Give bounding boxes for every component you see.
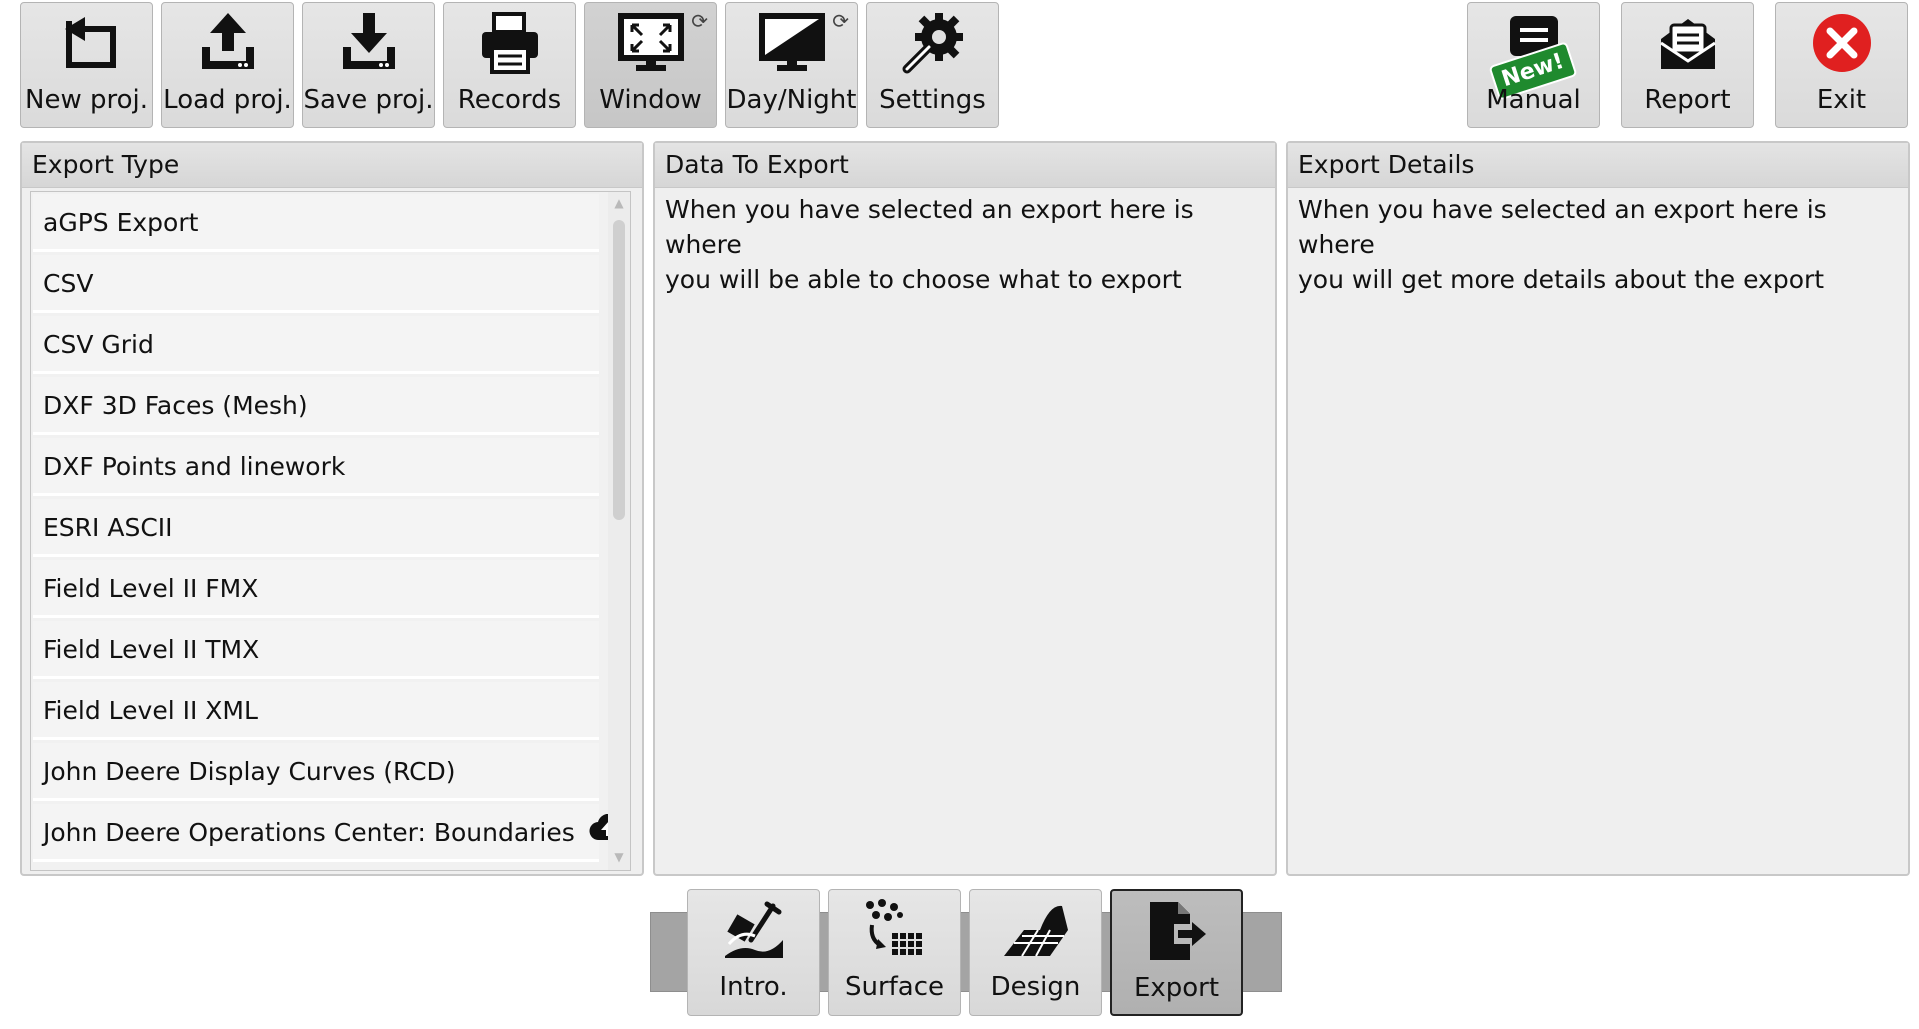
tab-intro-label: Intro. [719, 972, 788, 1002]
list-item-john-deere-rcd[interactable]: John Deere Display Curves (RCD) [33, 743, 599, 801]
scrollbar-thumb[interactable] [613, 220, 625, 520]
data-to-export-text: When you have selected an export here is… [655, 188, 1275, 301]
exit-button[interactable]: Exit [1775, 2, 1908, 128]
printer-icon [444, 11, 575, 75]
export-details-text: When you have selected an export here is… [1288, 188, 1908, 301]
export-file-icon [1112, 899, 1241, 965]
export-details-panel: Export Details When you have selected an… [1286, 141, 1910, 876]
save-project-label: Save proj. [303, 85, 434, 115]
list-item-field-level-fmx[interactable]: Field Level II FMX [33, 560, 599, 618]
data-to-export-line-1: When you have selected an export here is… [665, 195, 1194, 259]
tab-design[interactable]: Design [969, 889, 1102, 1016]
export-type-panel: Export Type aGPS Export CSV CSV Grid DXF… [20, 141, 644, 876]
list-item-dxf-3d-faces[interactable]: DXF 3D Faces (Mesh) [33, 377, 599, 435]
data-to-export-line-2: you will be able to choose what to expor… [665, 265, 1182, 294]
scroll-down-arrow-icon[interactable]: ▼ [608, 850, 630, 864]
tab-export-label: Export [1133, 973, 1220, 1003]
records-label: Records [457, 85, 562, 115]
tab-design-label: Design [990, 972, 1081, 1002]
tab-export[interactable]: Export [1110, 889, 1243, 1016]
list-item-label: John Deere Operations Center: Boundaries [43, 818, 575, 847]
tab-surface-label: Surface [844, 972, 945, 1002]
scroll-up-arrow-icon[interactable]: ▲ [608, 196, 630, 210]
day-night-button[interactable]: ⟳ Day/Night [725, 2, 858, 128]
load-project-button[interactable]: Load proj. [161, 2, 294, 128]
settings-button[interactable]: Settings [866, 2, 999, 128]
list-item-field-level-xml[interactable]: Field Level II XML [33, 682, 599, 740]
download-icon [303, 11, 434, 75]
report-label: Report [1644, 85, 1731, 115]
records-button[interactable]: Records [443, 2, 576, 128]
data-to-export-panel: Data To Export When you have selected an… [653, 141, 1277, 876]
report-button[interactable]: Report [1621, 2, 1754, 128]
undo-arrow-icon [21, 11, 152, 75]
manual-label: Manual [1486, 85, 1581, 115]
list-item-esri-ascii[interactable]: ESRI ASCII [33, 499, 599, 557]
list-scrollbar[interactable]: ▲ ▼ [608, 192, 630, 870]
export-details-title: Export Details [1288, 143, 1908, 188]
list-item-field-level-tmx[interactable]: Field Level II TMX [33, 621, 599, 679]
export-type-title: Export Type [22, 143, 642, 188]
report-envelope-icon [1622, 11, 1753, 75]
exit-label: Exit [1816, 85, 1867, 115]
settings-label: Settings [879, 85, 986, 115]
list-item-dxf-points-linework[interactable]: DXF Points and linework [33, 438, 599, 496]
new-project-label: New proj. [25, 85, 148, 115]
tab-intro[interactable]: Intro. [687, 889, 820, 1016]
window-button[interactable]: ⟳ Window [584, 2, 717, 128]
export-details-line-1: When you have selected an export here is… [1298, 195, 1827, 259]
load-project-label: Load proj. [163, 85, 292, 115]
manual-button[interactable]: New! Manual [1467, 2, 1600, 128]
window-mode-icon [585, 11, 716, 75]
exit-x-icon [1776, 11, 1907, 75]
data-to-export-title: Data To Export [655, 143, 1275, 188]
export-type-list[interactable]: aGPS Export CSV CSV Grid DXF 3D Faces (M… [30, 191, 631, 871]
list-item-john-deere-boundaries[interactable]: John Deere Operations Center: Boundaries [33, 804, 629, 862]
new-project-button[interactable]: New proj. [20, 2, 153, 128]
list-item-csv-grid[interactable]: CSV Grid [33, 316, 599, 374]
list-item-csv[interactable]: CSV [33, 255, 599, 313]
window-label: Window [599, 85, 702, 115]
list-item-agps-export[interactable]: aGPS Export [33, 194, 599, 252]
intro-shovel-icon [688, 898, 819, 964]
export-details-line-2: you will get more details about the expo… [1298, 265, 1825, 294]
day-night-label: Day/Night [726, 85, 857, 115]
day-night-icon [726, 11, 857, 75]
design-plane-icon [970, 898, 1101, 964]
surface-grid-icon [829, 898, 960, 964]
gear-wrench-icon [867, 11, 998, 75]
tab-surface[interactable]: Surface [828, 889, 961, 1016]
save-project-button[interactable]: Save proj. [302, 2, 435, 128]
upload-icon [162, 11, 293, 75]
